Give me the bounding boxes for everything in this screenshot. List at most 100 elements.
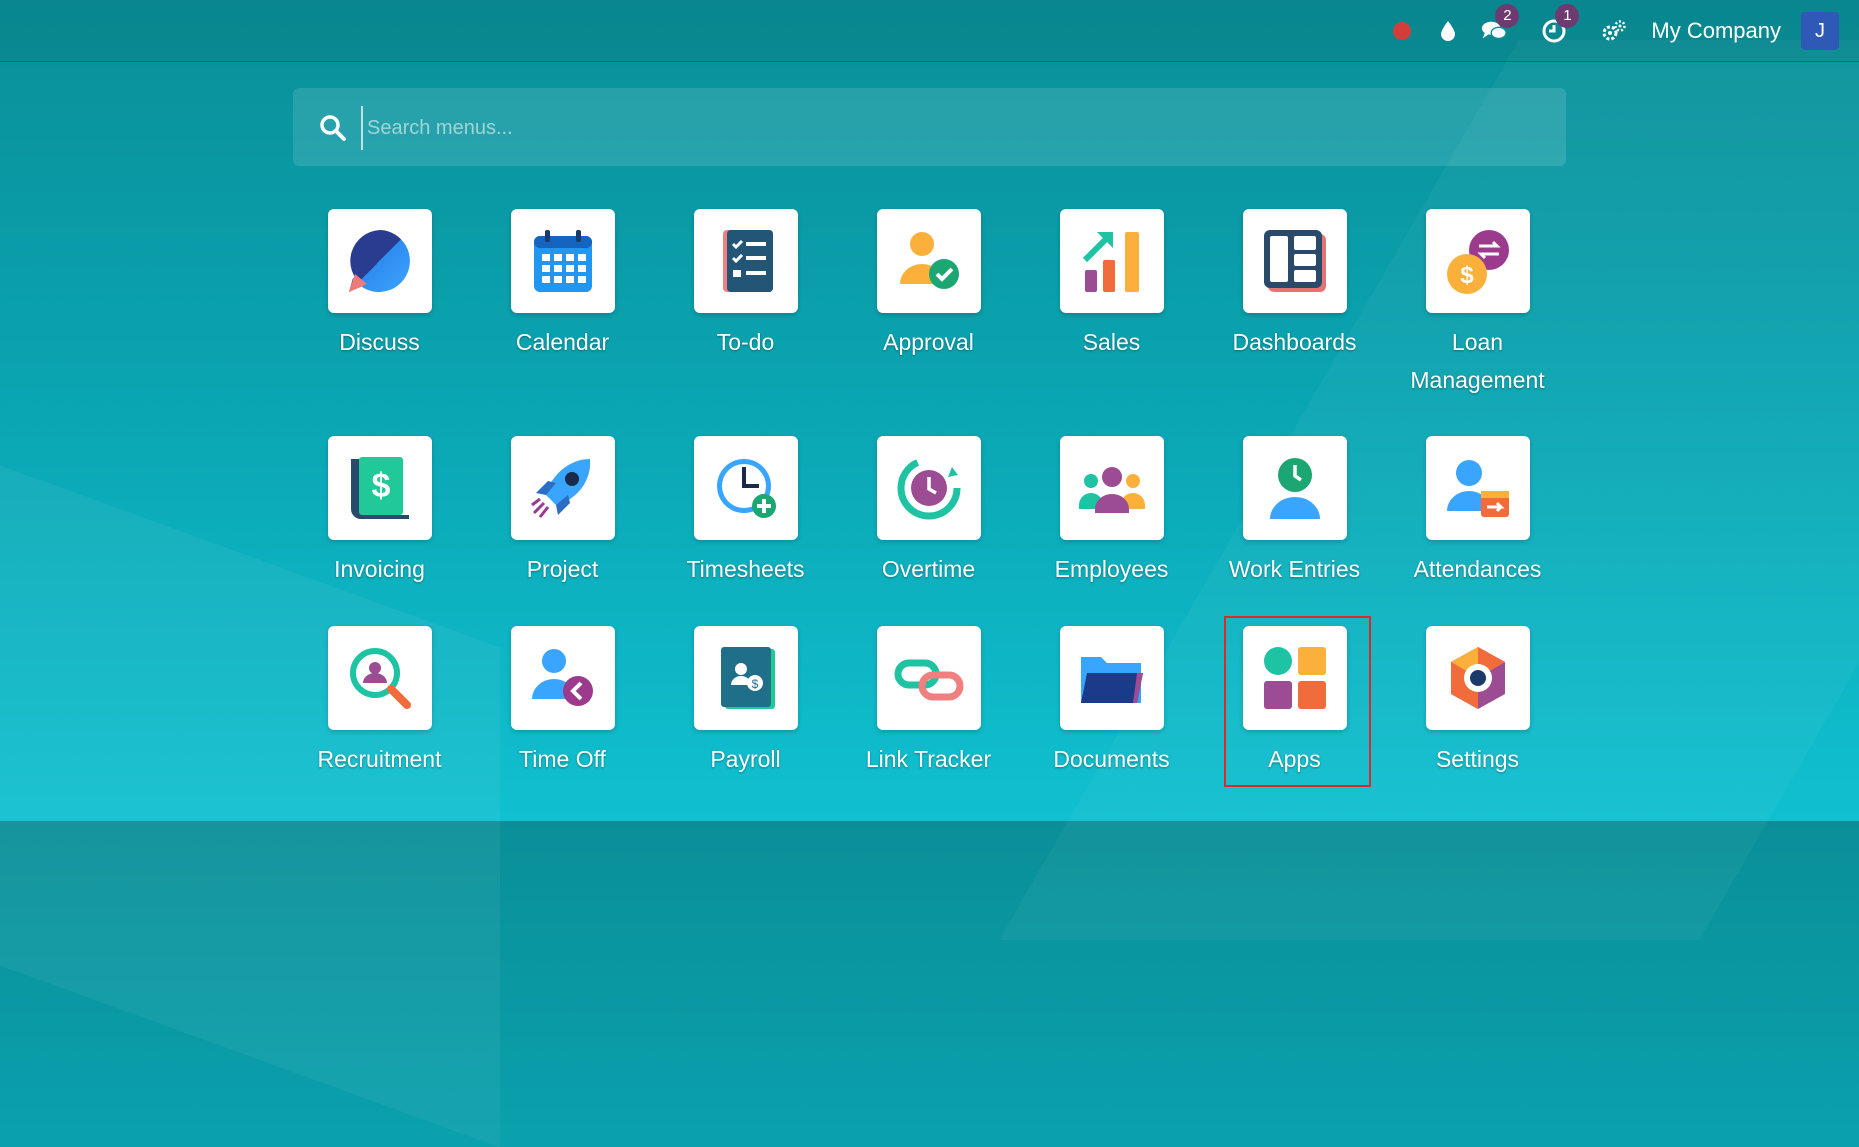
search-bar [293,88,1566,166]
app-loan-management[interactable]: $ Loan Management [1386,209,1569,399]
app-tile[interactable]: $ [693,626,798,730]
app-time-off[interactable]: Time Off [471,626,654,778]
documents-icon [1080,657,1143,703]
app-label: Employees [1054,556,1169,582]
app-tile[interactable] [1242,436,1347,540]
app-label: Link Tracker [865,746,992,772]
app-tile[interactable] [1425,436,1530,540]
user-avatar[interactable]: J [1801,12,1839,50]
app-tile[interactable] [876,436,981,540]
overtime-icon [897,456,960,520]
app-tile[interactable]: $ [327,436,432,540]
app-tile[interactable] [876,626,981,730]
attendances-icon [1446,460,1509,517]
app-link-tracker[interactable]: Link Tracker [837,626,1020,778]
app-label: Dashboards [1232,329,1357,355]
company-switcher[interactable]: My Company [1651,18,1781,44]
chat-icon[interactable]: 2 [1481,4,1520,44]
app-label: Attendances [1413,556,1542,582]
top-navbar: 2 1 My Company J [0,0,1859,62]
payroll-icon: $ [720,647,775,709]
app-label: Approval [883,329,974,355]
messages-badge: 2 [1495,4,1520,28]
dashboards-icon [1263,230,1326,292]
app-tile[interactable] [876,209,981,313]
sales-icon [1082,231,1139,292]
gears-icon[interactable] [1601,18,1627,44]
activities-badge: 1 [1555,4,1580,28]
app-tile[interactable] [1242,209,1347,313]
app-payroll[interactable]: $ Payroll [654,626,837,778]
record-icon[interactable] [1389,18,1415,44]
project-icon [530,459,590,518]
app-label: Loan Management [1410,329,1545,393]
app-attendances[interactable]: Attendances [1386,436,1569,588]
app-tile[interactable] [1059,209,1164,313]
app-discuss[interactable]: Discuss [288,209,471,361]
systray: 2 1 My Company J [1369,0,1839,62]
app-work-entries[interactable]: Work Entries [1203,436,1386,588]
app-tile[interactable] [1059,626,1164,730]
app-tile[interactable] [510,436,615,540]
app-label: Calendar [515,329,610,355]
app-calendar[interactable]: Calendar [471,209,654,361]
apps-icon [1263,647,1326,709]
loan-management-icon: $ [1446,230,1509,294]
app-label: Project [526,556,599,582]
link-tracker-icon [894,659,963,701]
app-tile[interactable] [1242,626,1347,730]
app-label: Apps [1268,746,1321,772]
app-tile[interactable]: $ [1425,209,1530,313]
app-todo[interactable]: To-do [654,209,837,361]
app-project[interactable]: Project [471,436,654,588]
employees-icon [1078,467,1145,513]
app-settings[interactable]: Settings [1386,626,1569,778]
app-label: To-do [716,329,775,355]
droplet-icon[interactable] [1435,18,1461,44]
app-label: Payroll [710,746,781,772]
app-employees[interactable]: Employees [1020,436,1203,588]
settings-icon [1450,647,1505,709]
app-label: Time Off [519,746,606,772]
app-timesheets[interactable]: Timesheets [654,436,837,588]
app-approval[interactable]: Approval [837,209,1020,361]
svg-text:$: $ [1460,262,1474,289]
app-recruitment[interactable]: Recruitment [288,626,471,778]
app-tile[interactable] [693,436,798,540]
app-sales[interactable]: Sales [1020,209,1203,361]
app-dashboards[interactable]: Dashboards [1203,209,1386,361]
app-label: Invoicing [334,556,425,582]
app-tile[interactable] [693,209,798,313]
svg-text:$: $ [751,677,758,691]
app-tile[interactable] [1425,626,1530,730]
app-tile[interactable] [1059,436,1164,540]
app-label: Overtime [881,556,976,582]
app-label: Discuss [339,329,420,355]
app-label: Sales [1082,329,1141,355]
timesheets-icon [716,459,776,518]
app-label: Documents [1053,746,1170,772]
recruitment-icon [349,648,411,709]
app-label: Settings [1435,746,1520,772]
todo-icon [722,230,773,292]
svg-text:$: $ [371,467,390,505]
app-label: Work Entries [1228,556,1361,582]
clock-activity-icon[interactable]: 1 [1541,4,1580,44]
search-icon [320,115,346,141]
discuss-icon [348,230,410,292]
app-invoicing[interactable]: $ Invoicing [288,436,471,588]
app-overtime[interactable]: Overtime [837,436,1020,588]
invoicing-icon: $ [350,457,409,519]
app-tile[interactable] [510,209,615,313]
approval-icon [899,232,959,289]
app-tile[interactable] [327,626,432,730]
work-entries-icon [1269,458,1320,519]
app-apps[interactable]: Apps [1203,626,1386,778]
search-input[interactable] [361,106,1549,150]
calendar-icon [533,230,592,292]
app-tile[interactable] [327,209,432,313]
app-documents[interactable]: Documents [1020,626,1203,778]
app-label: Timesheets [686,556,805,582]
app-label: Recruitment [317,746,442,772]
app-tile[interactable] [510,626,615,730]
